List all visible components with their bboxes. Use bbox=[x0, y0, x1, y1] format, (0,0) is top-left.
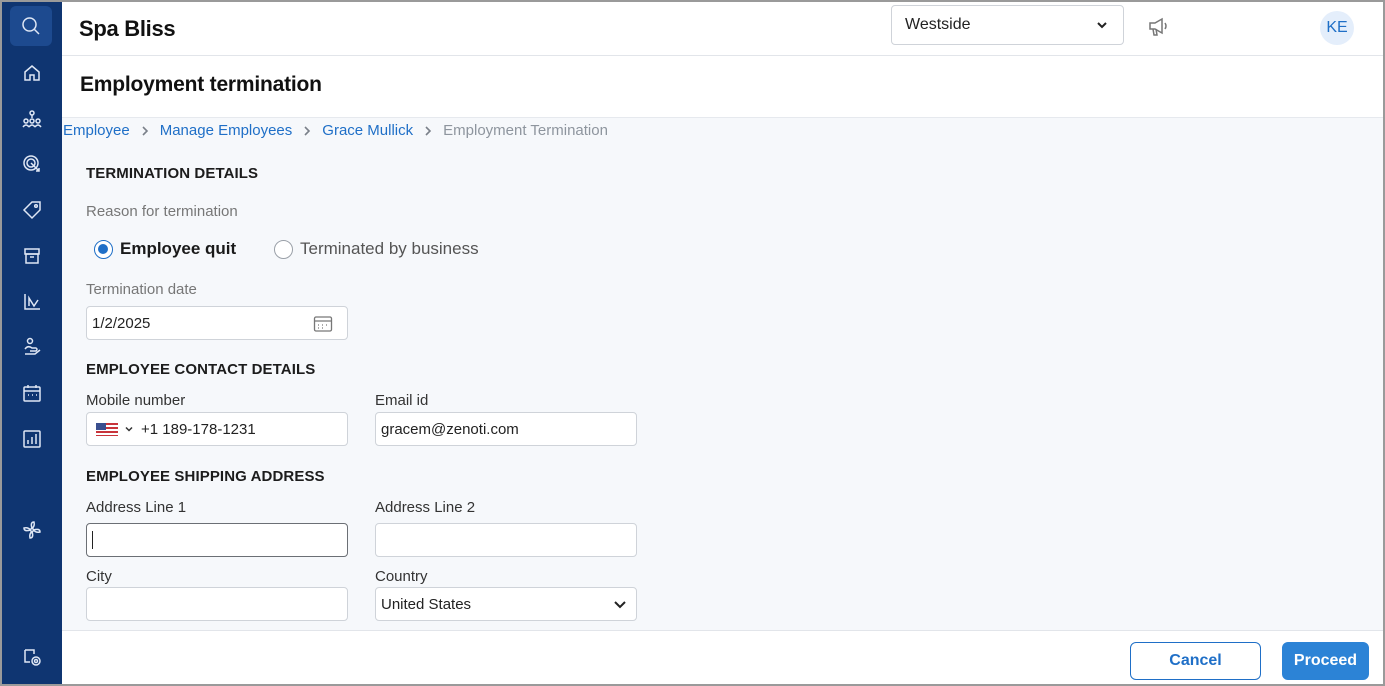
sidebar-item-sales[interactable] bbox=[15, 195, 49, 225]
country-select[interactable]: United States bbox=[375, 587, 637, 621]
calendar-icon bbox=[23, 385, 41, 402]
chevron-down-icon[interactable] bbox=[124, 424, 134, 434]
form-footer: Cancel Proceed bbox=[62, 630, 1383, 684]
sidebar-item-calendar[interactable] bbox=[15, 378, 49, 408]
radio-button-unchecked[interactable] bbox=[274, 239, 293, 259]
termination-date-label: Termination date bbox=[86, 281, 197, 298]
sidebar-item-fan[interactable] bbox=[15, 515, 49, 545]
breadcrumb-employee[interactable]: Employee bbox=[63, 122, 130, 139]
sidebar-item-settings[interactable] bbox=[15, 642, 49, 672]
email-label: Email id bbox=[375, 392, 429, 409]
page-title: Employment termination bbox=[80, 73, 322, 96]
chevron-down-icon bbox=[614, 601, 626, 609]
sidebar-search-button[interactable] bbox=[10, 6, 52, 46]
termination-details-heading: TERMINATION DETAILS bbox=[86, 165, 259, 182]
chevron-right-icon bbox=[302, 125, 312, 137]
mobile-number-input[interactable]: +1 189-178-1231 bbox=[86, 412, 348, 446]
address-line1-label: Address Line 1 bbox=[86, 499, 187, 516]
announcements-button[interactable] bbox=[1145, 13, 1173, 41]
breadcrumb: Employee Manage Employees Grace Mullick … bbox=[63, 122, 608, 139]
address-line2-input[interactable] bbox=[375, 523, 637, 557]
radio-label: Terminated by business bbox=[300, 239, 479, 258]
country-label: Country bbox=[375, 568, 428, 585]
sidebar-item-reports[interactable] bbox=[15, 287, 49, 317]
reason-label: Reason for termination bbox=[86, 203, 238, 220]
text-caret bbox=[92, 531, 93, 549]
sidebar-item-inventory[interactable] bbox=[15, 241, 49, 271]
mobile-label: Mobile number bbox=[86, 392, 186, 409]
city-label: City bbox=[86, 568, 112, 585]
sidebar-item-marketing[interactable] bbox=[15, 149, 49, 179]
radio-employee-quit[interactable]: Employee quit bbox=[94, 239, 236, 259]
hand-service-icon bbox=[24, 337, 41, 355]
email-value: gracem@zenoti.com bbox=[381, 420, 519, 438]
sidebar-item-home[interactable] bbox=[15, 58, 49, 88]
radio-label: Employee quit bbox=[120, 239, 237, 258]
home-icon bbox=[24, 65, 40, 81]
target-icon bbox=[23, 155, 40, 172]
sidebar-item-services[interactable] bbox=[15, 332, 49, 362]
termination-date-value: 1/2/2025 bbox=[92, 314, 151, 332]
org-chart-icon bbox=[22, 110, 42, 128]
us-flag-icon[interactable] bbox=[96, 422, 118, 436]
location-select-value: Westside bbox=[905, 16, 971, 33]
chevron-right-icon bbox=[423, 125, 433, 137]
radio-terminated-by-business[interactable]: Terminated by business bbox=[274, 239, 479, 259]
box-icon bbox=[24, 248, 40, 264]
megaphone-icon bbox=[1149, 17, 1167, 36]
user-avatar[interactable]: KE bbox=[1320, 11, 1354, 45]
contact-details-heading: EMPLOYEE CONTACT DETAILS bbox=[86, 361, 316, 378]
country-select-value: United States bbox=[381, 595, 472, 613]
cancel-button[interactable]: Cancel bbox=[1130, 642, 1261, 680]
email-input[interactable]: gracem@zenoti.com bbox=[375, 412, 637, 446]
sidebar bbox=[2, 2, 62, 684]
breadcrumb-current: Employment Termination bbox=[443, 122, 608, 139]
proceed-button[interactable]: Proceed bbox=[1282, 642, 1369, 680]
address-line2-label: Address Line 2 bbox=[375, 499, 476, 516]
tag-icon bbox=[22, 201, 41, 220]
termination-date-input[interactable]: 1/2/2025 bbox=[86, 306, 348, 340]
chevron-right-icon bbox=[140, 125, 150, 137]
fan-icon bbox=[23, 521, 41, 539]
sidebar-item-analytics[interactable] bbox=[15, 424, 49, 454]
reports-icon bbox=[24, 294, 40, 310]
termination-form: Employee Manage Employees Grace Mullick … bbox=[62, 118, 1383, 630]
location-select[interactable]: Westside bbox=[891, 5, 1124, 45]
mobile-number-value: +1 189-178-1231 bbox=[141, 420, 256, 438]
chevron-down-icon bbox=[1097, 22, 1107, 29]
analytics-icon bbox=[23, 430, 41, 448]
calendar-icon[interactable] bbox=[313, 314, 333, 333]
city-input[interactable] bbox=[86, 587, 348, 621]
search-icon bbox=[22, 17, 40, 35]
top-bar: Spa Bliss Westside KE bbox=[62, 2, 1383, 56]
breadcrumb-manage-employees[interactable]: Manage Employees bbox=[160, 122, 293, 139]
brand-name: Spa Bliss bbox=[79, 16, 176, 41]
breadcrumb-employee-name[interactable]: Grace Mullick bbox=[322, 122, 413, 139]
radio-button-checked[interactable] bbox=[94, 239, 113, 259]
settings-icon bbox=[24, 649, 41, 666]
app-window: Spa Bliss Westside KE Employment termina… bbox=[0, 0, 1385, 686]
address-line1-input[interactable] bbox=[86, 523, 348, 557]
sidebar-item-employees[interactable] bbox=[15, 104, 49, 134]
page-header: Employment termination bbox=[62, 56, 1383, 118]
shipping-address-heading: EMPLOYEE SHIPPING ADDRESS bbox=[86, 468, 325, 485]
